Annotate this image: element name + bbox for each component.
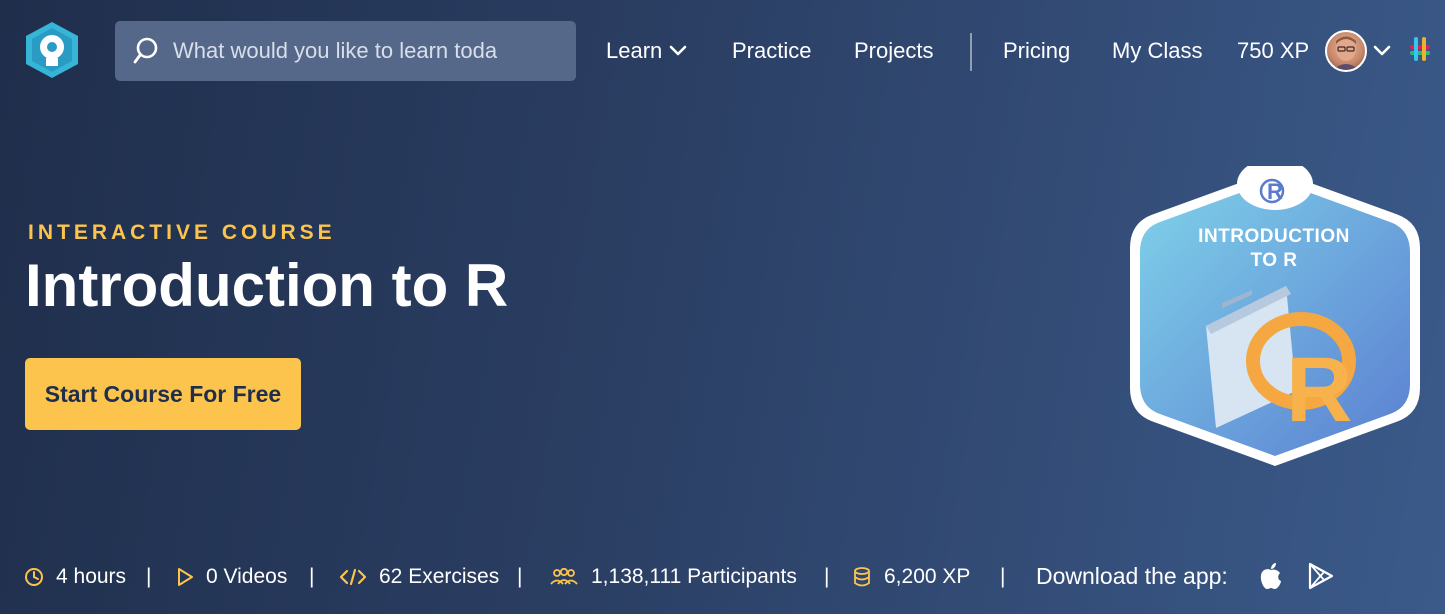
- play-icon: [178, 568, 193, 586]
- r-course-badge: R R: [1130, 166, 1420, 466]
- slack-icon[interactable]: [1404, 33, 1436, 65]
- nav-learn-menu[interactable]: Learn: [606, 36, 687, 66]
- svg-text:R: R: [1286, 339, 1352, 441]
- stat-separator: |: [824, 565, 830, 588]
- stat-separator: |: [517, 565, 523, 588]
- clock-icon: [25, 568, 43, 586]
- course-participants-text: 1,138,111 Participants: [591, 565, 797, 588]
- participants-icon: [550, 567, 578, 585]
- nav-practice-link[interactable]: Practice: [732, 36, 811, 66]
- database-icon: [854, 567, 870, 587]
- stat-separator: |: [309, 565, 315, 588]
- google-play-icon[interactable]: [1307, 562, 1335, 590]
- course-xp: 6,200 XP: [852, 563, 970, 591]
- course-videos: 0 Videos: [176, 563, 287, 591]
- badge-title-line-1: INTRODUCTION: [1198, 226, 1350, 247]
- code-icon: [339, 568, 367, 586]
- stat-separator: |: [146, 565, 152, 588]
- start-course-button[interactable]: Start Course For Free: [25, 358, 301, 430]
- apple-icon[interactable]: [1258, 562, 1284, 590]
- download-app-label: Download the app:: [1036, 563, 1228, 589]
- course-type-label: INTERACTIVE COURSE: [28, 221, 336, 244]
- nav-projects-link[interactable]: Projects: [854, 36, 933, 66]
- search-input[interactable]: [171, 37, 515, 65]
- course-videos-text: 0 Videos: [206, 565, 288, 588]
- nav-my-class-link[interactable]: My Class: [1112, 36, 1202, 66]
- nav-divider: [970, 33, 972, 71]
- search-bar[interactable]: [115, 21, 576, 81]
- course-exercises-text: 62 Exercises: [379, 565, 500, 588]
- search-icon: [133, 37, 158, 64]
- datacamp-logo-icon[interactable]: [24, 20, 80, 80]
- course-xp-text: 6,200 XP: [884, 565, 971, 588]
- user-xp-count: 750 XP: [1237, 38, 1310, 63]
- user-avatar[interactable]: [1325, 30, 1367, 72]
- top-nav: Learn Practice Projects Pricing My Class…: [0, 0, 1445, 104]
- stat-separator: |: [1000, 565, 1006, 588]
- nav-pricing-link[interactable]: Pricing: [1003, 36, 1070, 66]
- course-exercises: 62 Exercises: [339, 563, 499, 591]
- nav-learn-label: Learn: [606, 38, 663, 63]
- chevron-down-icon[interactable]: [1373, 45, 1391, 57]
- course-title: Introduction to R: [25, 252, 509, 319]
- course-duration-text: 4 hours: [56, 565, 127, 588]
- course-duration: 4 hours: [24, 563, 126, 591]
- course-participants: 1,138,111 Participants: [549, 563, 797, 591]
- chevron-down-icon: [669, 45, 687, 56]
- badge-title-line-2: TO R: [1250, 250, 1298, 271]
